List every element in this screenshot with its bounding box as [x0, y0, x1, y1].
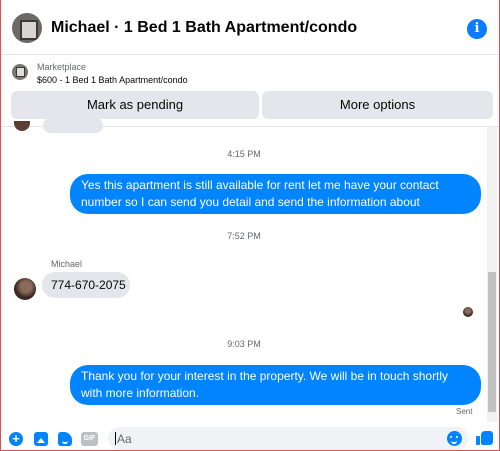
timestamp: 9:03 PM — [227, 339, 261, 349]
chat-window: Michael · 1 Bed 1 Bath Apartment/condo i… — [0, 0, 500, 451]
message-input-placeholder: Aa — [117, 432, 132, 446]
gif-icon[interactable]: GIF — [81, 432, 98, 446]
info-icon[interactable]: i — [467, 19, 487, 39]
mark-as-pending-button[interactable]: Mark as pending — [11, 91, 259, 119]
message-input[interactable]: Aa — [108, 427, 468, 450]
timestamp: 7:52 PM — [227, 231, 261, 241]
plus-icon[interactable]: + — [9, 432, 23, 446]
more-options-button[interactable]: More options — [262, 91, 493, 119]
incoming-message[interactable]: 774-670-2075 — [42, 272, 130, 298]
sticker-icon[interactable] — [58, 432, 72, 446]
chat-title[interactable]: Michael · 1 Bed 1 Bath Apartment/condo — [51, 19, 357, 37]
sender-name: Michael — [51, 259, 83, 269]
listing-avatar[interactable] — [12, 13, 42, 43]
listing-title[interactable]: $600 - 1 Bed 1 Bath Apartment/condo — [37, 75, 188, 85]
scrollbar-thumb[interactable] — [488, 272, 496, 412]
thumbs-up-icon[interactable] — [476, 429, 494, 446]
message-composer: + GIF Aa — [1, 424, 499, 450]
timestamp: 4:15 PM — [227, 149, 261, 159]
marketplace-bar: Marketplace $600 - 1 Bed 1 Bath Apartmen… — [1, 55, 499, 127]
partial-avatar — [14, 121, 30, 131]
chat-header: Michael · 1 Bed 1 Bath Apartment/condo i — [1, 0, 499, 55]
photo-icon[interactable] — [34, 432, 48, 446]
outgoing-message[interactable]: Thank you for your interest in the prope… — [70, 365, 481, 405]
outgoing-message[interactable]: Yes this apartment is still available fo… — [70, 174, 481, 226]
text-caret — [115, 432, 116, 445]
partial-message-bubble — [43, 118, 103, 133]
listing-thumbnail[interactable] — [12, 64, 28, 80]
seen-indicator-avatar — [463, 307, 473, 317]
marketplace-label: Marketplace — [37, 62, 87, 72]
emoji-icon[interactable] — [447, 431, 462, 446]
sender-avatar[interactable] — [14, 278, 36, 300]
delivery-status: Sent — [456, 407, 473, 416]
